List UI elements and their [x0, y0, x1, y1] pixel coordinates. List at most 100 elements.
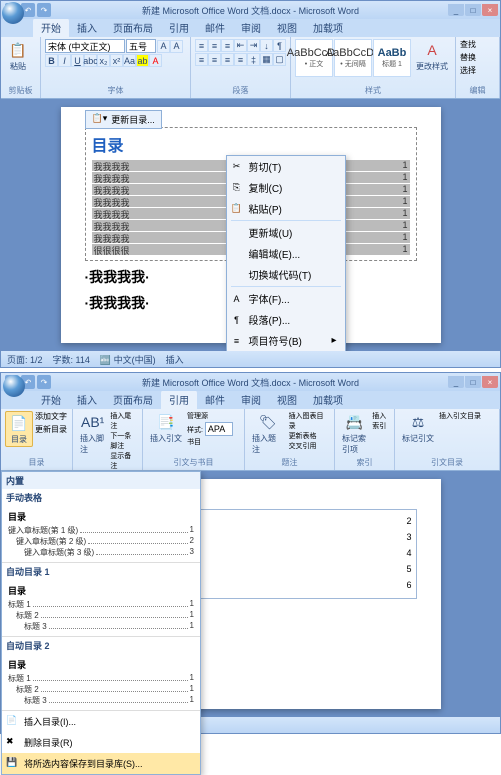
status-page[interactable]: 页面: 1/2	[7, 353, 43, 366]
style-nospacing[interactable]: AaBbCcDd• 无间隔	[334, 39, 372, 77]
insert-endnote-button[interactable]: 插入尾注	[110, 411, 138, 431]
line-spacing-icon[interactable]: ‡	[247, 53, 260, 66]
next-footnote-button[interactable]: 下一条脚注	[110, 431, 138, 451]
style-heading1[interactable]: AaBb标题 1	[373, 39, 411, 77]
indent-dec-icon[interactable]: ⇤	[234, 39, 247, 52]
insert-toa-button[interactable]: 插入引文目录	[439, 413, 481, 420]
update-toc-button[interactable]: 更新目录	[35, 424, 67, 435]
tab-layout[interactable]: 页面布局	[105, 18, 161, 37]
superscript-button[interactable]: x²	[110, 54, 123, 67]
change-styles-button[interactable]: A更改样式	[413, 39, 451, 73]
context-menu-item[interactable]: 编辑域(E)...	[227, 243, 345, 264]
close-button[interactable]: ×	[482, 376, 498, 388]
subscript-button[interactable]: x₂	[97, 54, 110, 67]
status-words[interactable]: 字数: 114	[53, 353, 90, 366]
maximize-button[interactable]: □	[465, 376, 481, 388]
indent-inc-icon[interactable]: ⇥	[247, 39, 260, 52]
tab-mailings[interactable]: 邮件	[197, 390, 233, 409]
page[interactable]: 📋▾ 更新目录... 目录 我我我我1我我我我1我我我我1我我我我1我我我我1我…	[61, 107, 441, 343]
tab-addins[interactable]: 加载项	[305, 390, 351, 409]
tab-home[interactable]: 开始	[33, 18, 69, 37]
toc-update-label[interactable]: 更新目录...	[111, 113, 155, 126]
select-button[interactable]: 选择	[460, 65, 476, 76]
grow-font-icon[interactable]: A	[157, 40, 170, 53]
maximize-button[interactable]: □	[465, 4, 481, 16]
tab-mailings[interactable]: 邮件	[197, 18, 233, 37]
font-name-select[interactable]: 宋体 (中文正文)	[45, 39, 125, 53]
insert-toc-menuitem[interactable]: 📄插入目录(I)...	[2, 711, 200, 732]
context-menu-item[interactable]: 📋粘贴(P)	[227, 198, 345, 219]
save-toc-menuitem[interactable]: 💾将所选内容保存到目录库(S)...	[2, 753, 200, 774]
show-marks-icon[interactable]: ¶	[273, 39, 286, 52]
justify-icon[interactable]: ≡	[234, 53, 247, 66]
find-button[interactable]: 查找	[460, 39, 476, 50]
bold-button[interactable]: B	[45, 54, 58, 67]
font-size-select[interactable]: 五号	[126, 39, 156, 53]
office-orb[interactable]	[2, 2, 24, 24]
tab-view[interactable]: 视图	[269, 18, 305, 37]
bullets-icon[interactable]: ≡	[195, 39, 208, 52]
underline-button[interactable]: U	[71, 54, 84, 67]
numbering-icon[interactable]: ≡	[208, 39, 221, 52]
context-menu-item[interactable]: 更新域(U)	[227, 222, 345, 243]
italic-button[interactable]: I	[58, 54, 71, 67]
tab-review[interactable]: 审阅	[233, 390, 269, 409]
align-right-icon[interactable]: ≡	[221, 53, 234, 66]
show-notes-button[interactable]: 显示备注	[110, 451, 138, 471]
tab-view[interactable]: 视图	[269, 390, 305, 409]
shrink-font-icon[interactable]: A	[170, 40, 183, 53]
toc-button[interactable]: 📄 目录	[5, 411, 33, 447]
change-case-button[interactable]: Aa	[123, 54, 136, 67]
strike-button[interactable]: abc	[84, 54, 97, 67]
qat-redo-icon[interactable]: ↷	[37, 375, 51, 389]
highlight-button[interactable]: ab	[136, 54, 149, 67]
manage-sources-button[interactable]: 管理源	[187, 411, 233, 421]
context-menu-item[interactable]: 切换域代码(T)	[227, 264, 345, 285]
replace-button[interactable]: 替换	[460, 52, 476, 63]
toc-control-tab[interactable]: 📋▾ 更新目录...	[85, 110, 162, 129]
mark-entry-button[interactable]: 📇 标记索引项	[339, 411, 370, 456]
style-gallery[interactable]: AaBbCcDd• 正文 AaBbCcDd• 无间隔 AaBb标题 1	[295, 39, 411, 77]
minimize-button[interactable]: _	[448, 4, 464, 16]
tab-addins[interactable]: 加载项	[305, 18, 351, 37]
tab-layout[interactable]: 页面布局	[105, 390, 161, 409]
tab-references[interactable]: 引用	[161, 390, 197, 409]
paste-button[interactable]: 📋 粘贴	[5, 39, 31, 73]
insert-caption-button[interactable]: 🏷 插入题注	[249, 411, 287, 456]
sort-icon[interactable]: ↓	[260, 39, 273, 52]
status-insert[interactable]: 插入	[166, 353, 184, 366]
update-table-button[interactable]: 更新表格	[289, 431, 330, 441]
toc-preview-auto1[interactable]: 目录 标题 11标题 21标题 31	[2, 580, 200, 637]
office-orb[interactable]	[3, 375, 25, 397]
align-left-icon[interactable]: ≡	[195, 53, 208, 66]
minimize-button[interactable]: _	[448, 376, 464, 388]
multilevel-icon[interactable]: ≡	[221, 39, 234, 52]
tab-insert[interactable]: 插入	[69, 18, 105, 37]
insert-footnote-button[interactable]: AB¹ 插入脚注	[77, 411, 108, 456]
context-menu-item[interactable]: ✂剪切(T)	[227, 156, 345, 177]
bibliography-button[interactable]: 书目	[187, 437, 233, 447]
citation-style[interactable]: 样式: APA	[187, 422, 233, 436]
insert-fig-toc-button[interactable]: 插入图表目录	[289, 411, 330, 431]
context-menu-item[interactable]: ≡项目符号(B)▸	[227, 330, 345, 351]
mark-citation-button[interactable]: ⚖ 标记引文	[399, 411, 437, 445]
toc-preview-manual[interactable]: 目录 键入章标题(第 1 级)1键入章标题(第 2 级)2键入章标题(第 3 级…	[2, 506, 200, 563]
close-button[interactable]: ×	[482, 4, 498, 16]
tab-review[interactable]: 审阅	[233, 18, 269, 37]
tab-references[interactable]: 引用	[161, 18, 197, 37]
remove-toc-menuitem[interactable]: ✖删除目录(R)	[2, 732, 200, 753]
context-menu-item[interactable]: ¶段落(P)...	[227, 309, 345, 330]
insert-citation-button[interactable]: 📑 插入引文	[147, 411, 185, 445]
context-menu-item[interactable]: ⎘复制(C)	[227, 177, 345, 198]
context-menu-item[interactable]: A字体(F)...	[227, 288, 345, 309]
qat-redo-icon[interactable]: ↷	[37, 3, 51, 17]
add-text-button[interactable]: 添加文字	[35, 411, 67, 422]
status-lang[interactable]: 🔤 中文(中国)	[100, 353, 156, 366]
borders-icon[interactable]: ▢	[273, 53, 286, 66]
toc-menu-icon[interactable]: 📋▾	[92, 113, 108, 126]
tab-home[interactable]: 开始	[33, 390, 69, 409]
font-color-button[interactable]: A	[149, 54, 162, 67]
align-center-icon[interactable]: ≡	[208, 53, 221, 66]
toc-preview-auto2[interactable]: 目录 标题 11标题 21标题 31	[2, 654, 200, 711]
insert-index-button[interactable]: 插入索引	[372, 413, 386, 430]
